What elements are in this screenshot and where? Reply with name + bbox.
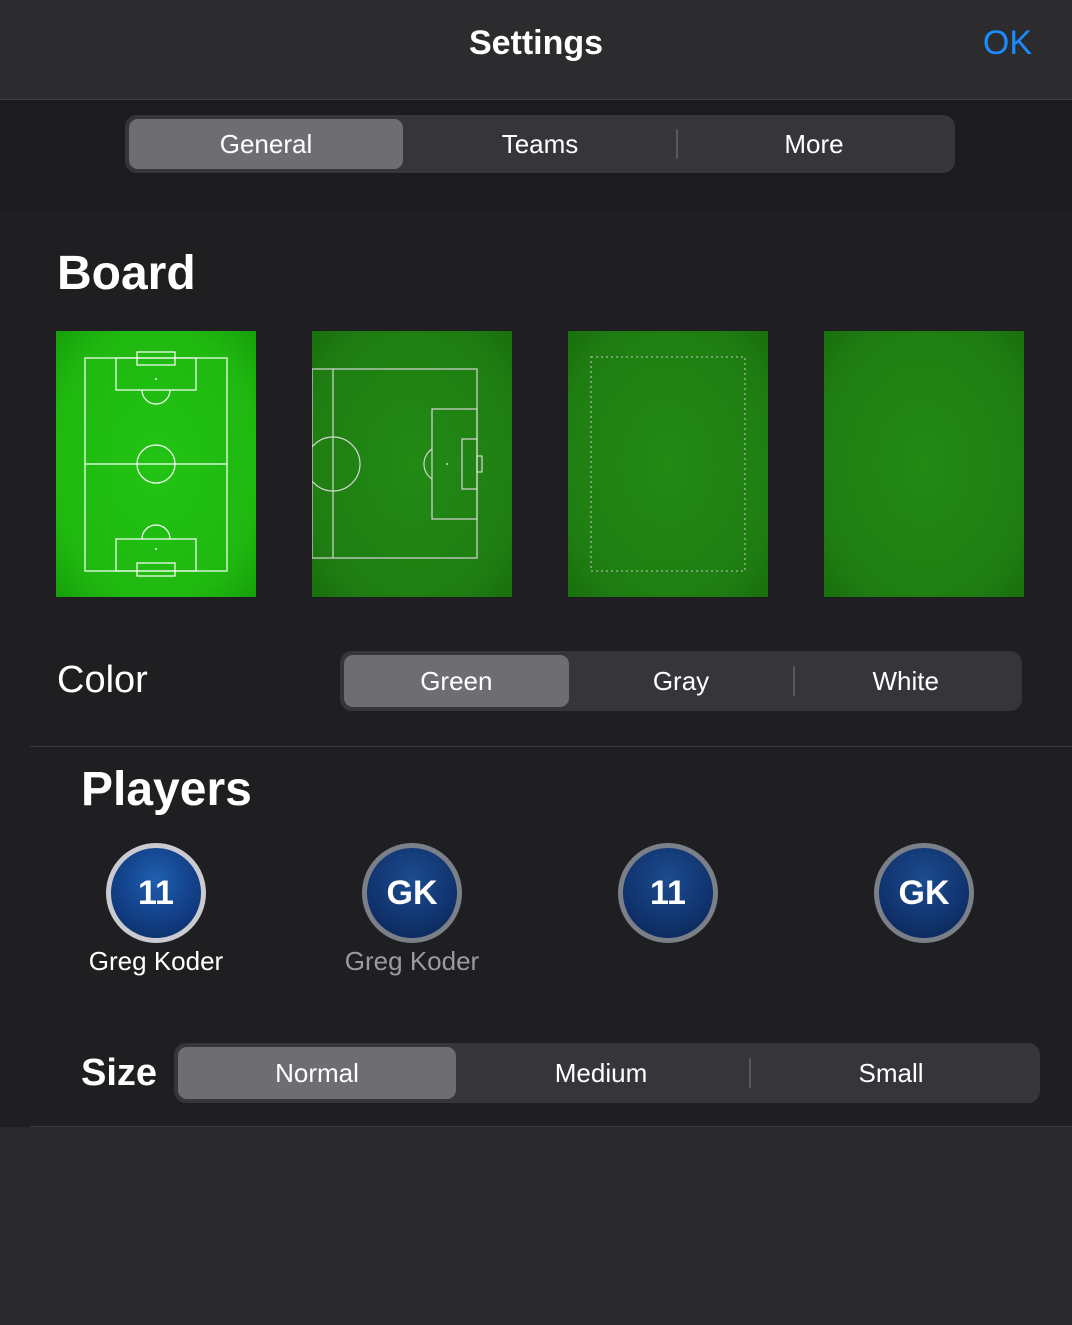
size-option-small[interactable]: Small xyxy=(746,1047,1036,1099)
dotted-frame-icon xyxy=(568,331,768,597)
size-selector: Normal Medium Small xyxy=(174,1043,1040,1103)
player-style-2-name: Greg Koder xyxy=(344,946,480,976)
players-section-title: Players xyxy=(81,763,252,816)
size-option-medium[interactable]: Medium xyxy=(456,1047,746,1099)
empty-footer-area xyxy=(0,1127,1072,1325)
tab-general[interactable]: General xyxy=(129,119,403,169)
settings-content: General Teams More Board Color Green Gra… xyxy=(0,100,1072,1127)
player-style-2[interactable]: GK xyxy=(362,843,462,943)
tab-teams[interactable]: Teams xyxy=(403,119,677,169)
tab-more[interactable]: More xyxy=(677,119,951,169)
nav-bar: Settings OK xyxy=(0,0,1072,100)
board-section-title: Board xyxy=(57,247,196,300)
color-option-gray[interactable]: Gray xyxy=(569,655,794,707)
segment-divider xyxy=(676,129,678,159)
color-option-white[interactable]: White xyxy=(793,655,1018,707)
size-option-normal[interactable]: Normal xyxy=(178,1047,456,1099)
board-style-half-pitch[interactable] xyxy=(312,331,512,597)
color-option-green[interactable]: Green xyxy=(344,655,569,707)
settings-tabs: General Teams More xyxy=(125,115,955,173)
tab-bar: General Teams More xyxy=(0,100,1072,210)
player-style-1[interactable]: 11 xyxy=(106,843,206,943)
board-style-full-pitch[interactable] xyxy=(56,331,256,597)
color-label: Color xyxy=(57,659,148,701)
full-pitch-icon xyxy=(56,331,256,597)
board-style-blank[interactable] xyxy=(824,331,1024,597)
ok-button[interactable]: OK xyxy=(983,24,1032,63)
blank-pitch-icon xyxy=(824,331,1024,597)
segment-divider xyxy=(793,666,795,696)
section-divider xyxy=(30,746,1072,747)
page-title: Settings xyxy=(468,24,604,62)
player-style-3[interactable]: 11 xyxy=(618,843,718,943)
color-selector: Green Gray White xyxy=(340,651,1022,711)
player-style-1-name: Greg Koder xyxy=(88,946,224,976)
half-pitch-icon xyxy=(312,331,512,597)
player-style-4[interactable]: GK xyxy=(874,843,974,943)
segment-divider xyxy=(749,1058,751,1088)
size-label: Size xyxy=(81,1052,158,1094)
board-style-dotted-frame[interactable] xyxy=(568,331,768,597)
